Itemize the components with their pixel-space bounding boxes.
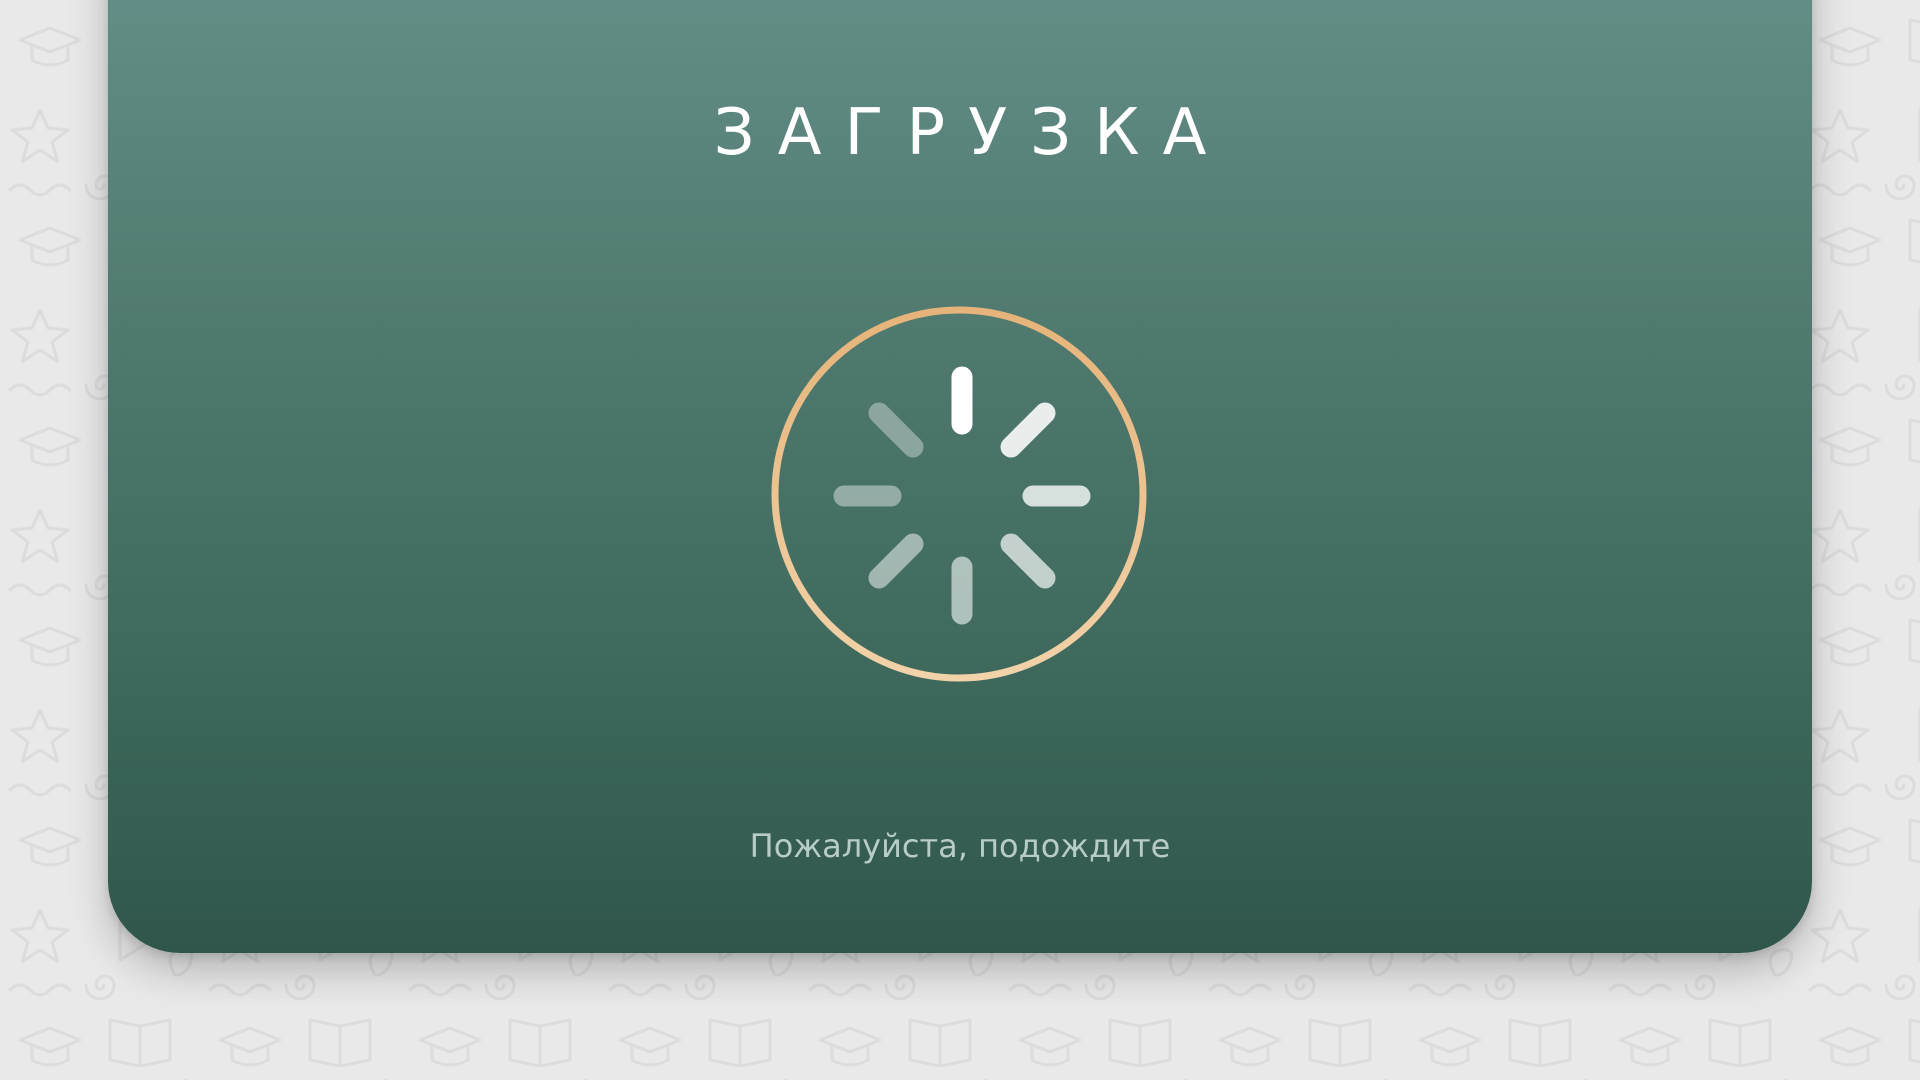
spinner-tick-bottom-left — [868, 533, 924, 589]
loading-subtitle: Пожалуйста, подождите — [749, 827, 1171, 865]
loading-spinner-icon — [771, 306, 1151, 686]
spinner-tick-bottom-right — [1000, 533, 1056, 589]
spinner-tick-top-right — [1000, 402, 1056, 458]
spinner-tick-top-left — [868, 402, 924, 458]
loading-title: ЗАГРУЗКА — [713, 96, 1230, 170]
